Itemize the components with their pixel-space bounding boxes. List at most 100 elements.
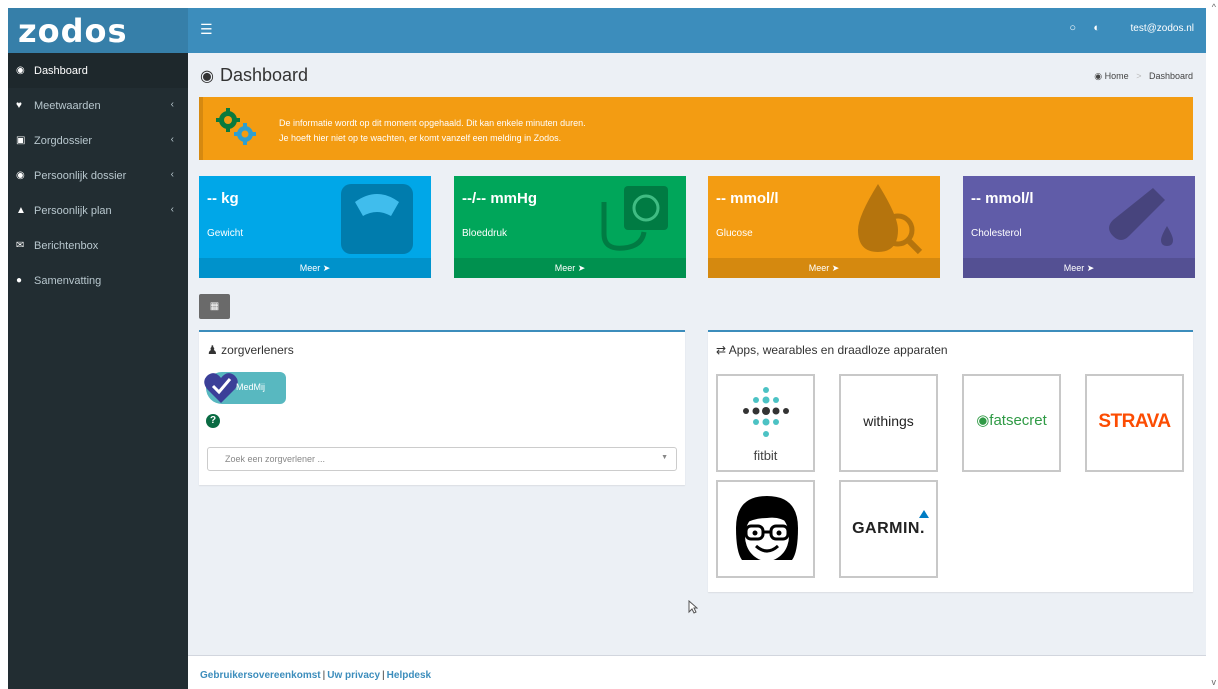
breadcrumb: ◉ Home > Dashboard xyxy=(1094,71,1193,82)
fitbit-label: fitbit xyxy=(753,448,778,463)
exchange-icon: ⇄ xyxy=(716,343,727,357)
mouse-cursor-icon xyxy=(688,599,699,619)
weight-value: -- kg xyxy=(207,190,239,207)
apps-panel-title: ⇄ Apps, wearables en draadloze apparaten xyxy=(716,343,948,357)
medmij-heart-icon xyxy=(204,373,238,403)
woman-glasses-avatar-icon xyxy=(736,496,798,561)
sidebar-item-zorgdossier[interactable]: ▣ Zorgdossier ‹ xyxy=(8,123,188,158)
grid-icon: ▦ xyxy=(209,301,220,312)
chevron-down-icon: ▼ xyxy=(661,454,668,461)
garmin-label: GARMIN. xyxy=(852,520,925,537)
more-label: Meer xyxy=(1063,263,1085,273)
envelope-icon: ✉ xyxy=(16,240,25,251)
helpdesk-link[interactable]: Helpdesk xyxy=(387,670,431,681)
strava-label: STRAVA xyxy=(1098,411,1171,432)
arrow-circle-right-icon: ➤ xyxy=(577,263,586,273)
chevron-left-icon: ‹ xyxy=(170,134,174,145)
sidebar: ◉ Dashboard ♥ Meetwaarden ‹ ▣ Zorgdossie… xyxy=(8,53,188,689)
sidebar-item-label: Persoonlijk plan xyxy=(34,204,112,217)
grid-view-button[interactable]: ▦ xyxy=(199,294,230,319)
circle-outline-icon[interactable]: ○ xyxy=(1069,22,1076,34)
providers-panel-title: ♟ zorgverleners xyxy=(207,343,294,357)
hamburger-menu-icon[interactable]: ☰ xyxy=(200,21,213,38)
sidebar-item-label: Persoonlijk dossier xyxy=(34,169,127,182)
dashboard-icon: ◉ xyxy=(200,67,214,85)
apps-title-text: Apps, wearables en draadloze apparaten xyxy=(728,343,948,357)
sidebar-item-persoonlijk-plan[interactable]: ▲ Persoonlijk plan ‹ xyxy=(8,193,188,228)
alert-message: De informatie wordt op dit moment opgeha… xyxy=(279,116,586,146)
sidebar-item-samenvatting[interactable]: ● Samenvatting xyxy=(8,263,188,298)
footer-separator: | xyxy=(382,670,385,681)
footer-links: Gebruikersovereenkomst | Uw privacy | Helpde… xyxy=(200,670,431,681)
sidebar-item-dashboard[interactable]: ◉ Dashboard xyxy=(8,53,188,88)
glucose-box: -- mmol/l Glucose Meer ➤ xyxy=(708,176,940,278)
withings-label: withings xyxy=(863,413,914,429)
circle-icon: ● xyxy=(16,275,23,286)
thumbs-up-icon: ▲ xyxy=(16,205,26,216)
medmij-logo[interactable]: MedMij xyxy=(204,372,286,404)
blood-pressure-monitor-icon xyxy=(594,182,670,261)
app-avatar[interactable] xyxy=(716,480,815,578)
providers-panel: ♟ zorgverleners MedMij ? Zoek een zorgve… xyxy=(199,330,685,485)
test-tube-icon xyxy=(1103,182,1179,261)
chevron-left-icon: ‹ xyxy=(170,169,174,180)
sidebar-item-berichtenbox[interactable]: ✉ Berichtenbox xyxy=(8,228,188,263)
app-withings[interactable]: withings xyxy=(839,374,938,472)
scroll-down-icon[interactable]: v xyxy=(1212,677,1217,687)
chevron-left-icon: ‹ xyxy=(170,204,174,215)
fatsecret-logo-icon: ◉ xyxy=(976,412,990,429)
page-title-text: Dashboard xyxy=(219,65,309,85)
garmin-triangle-icon xyxy=(919,510,929,518)
sidebar-item-meetwaarden[interactable]: ♥ Meetwaarden ‹ xyxy=(8,88,188,123)
question-circle-icon[interactable]: ? xyxy=(206,414,220,428)
scroll-up-icon[interactable]: ^ xyxy=(1212,2,1216,12)
dashboard-icon: ◉ xyxy=(16,65,25,76)
blood-pressure-box: --/-- mmHg Bloeddruk Meer ➤ xyxy=(454,176,686,278)
app-garmin[interactable]: GARMIN. xyxy=(839,480,938,578)
alert-line-1: De informatie wordt op dit moment opgeha… xyxy=(279,118,586,128)
footer-separator: | xyxy=(322,670,326,681)
user-circle-icon: ◉ xyxy=(16,170,25,181)
sidebar-item-label: Samenvatting xyxy=(34,274,102,287)
weight-label: Gewicht xyxy=(207,228,244,239)
page-title: ◉ Dashboard xyxy=(200,65,308,86)
breadcrumb-separator: > xyxy=(1136,71,1142,81)
cholesterol-value: -- mmol/l xyxy=(971,190,1034,207)
window-scrollbar[interactable]: ^ v xyxy=(1206,0,1218,689)
chevron-left-icon: ‹ xyxy=(170,99,174,110)
app-fitbit[interactable]: fitbit xyxy=(716,374,815,472)
scale-icon xyxy=(339,182,415,261)
weight-box: -- kg Gewicht Meer ➤ xyxy=(199,176,431,278)
weight-more-link[interactable]: Meer ➤ xyxy=(199,258,431,278)
fitbit-dots-icon xyxy=(743,387,789,437)
sidebar-item-persoonlijk-dossier[interactable]: ◉ Persoonlijk dossier ‹ xyxy=(8,158,188,193)
glucose-value: -- mmol/l xyxy=(716,190,779,207)
providers-title-text: zorgverleners xyxy=(221,343,294,357)
logo[interactable]: zodos xyxy=(8,8,188,53)
contrast-icon[interactable]: ◐ xyxy=(1093,22,1100,34)
cholesterol-label: Cholesterol xyxy=(971,228,1022,239)
provider-search-select[interactable]: Zoek een zorgverlener ... ▼ xyxy=(207,447,677,471)
arrow-circle-right-icon: ➤ xyxy=(831,263,840,273)
app-strava[interactable]: STRAVA xyxy=(1085,374,1184,472)
breadcrumb-home[interactable]: Home xyxy=(1105,71,1129,81)
arrow-circle-right-icon: ➤ xyxy=(1086,263,1095,273)
user-menu[interactable]: test@zodos.nl xyxy=(1130,23,1194,34)
arrow-circle-right-icon: ➤ xyxy=(322,263,331,273)
privacy-link[interactable]: Uw privacy xyxy=(327,670,380,681)
terms-link[interactable]: Gebruikersovereenkomst xyxy=(200,670,321,681)
cholesterol-more-link[interactable]: Meer ➤ xyxy=(963,258,1195,278)
glucose-more-link[interactable]: Meer ➤ xyxy=(708,258,940,278)
more-label: Meer xyxy=(554,263,576,273)
heartbeat-icon: ♥ xyxy=(16,100,22,111)
breadcrumb-current: Dashboard xyxy=(1148,71,1193,81)
blood-pressure-more-link[interactable]: Meer ➤ xyxy=(454,258,686,278)
logo-text: zodos xyxy=(18,11,128,50)
fatsecret-label: ◉fatsecret xyxy=(964,411,1059,429)
app-fatsecret[interactable]: ◉fatsecret xyxy=(962,374,1061,472)
cogs-icon xyxy=(215,107,259,152)
fatsecret-text: fatsecret xyxy=(989,412,1047,429)
footer: Gebruikersovereenkomst | Uw privacy | Helpde… xyxy=(188,655,1206,689)
info-alert: De informatie wordt op dit moment opgeha… xyxy=(199,97,1193,160)
sidebar-item-label: Zorgdossier xyxy=(34,134,93,147)
